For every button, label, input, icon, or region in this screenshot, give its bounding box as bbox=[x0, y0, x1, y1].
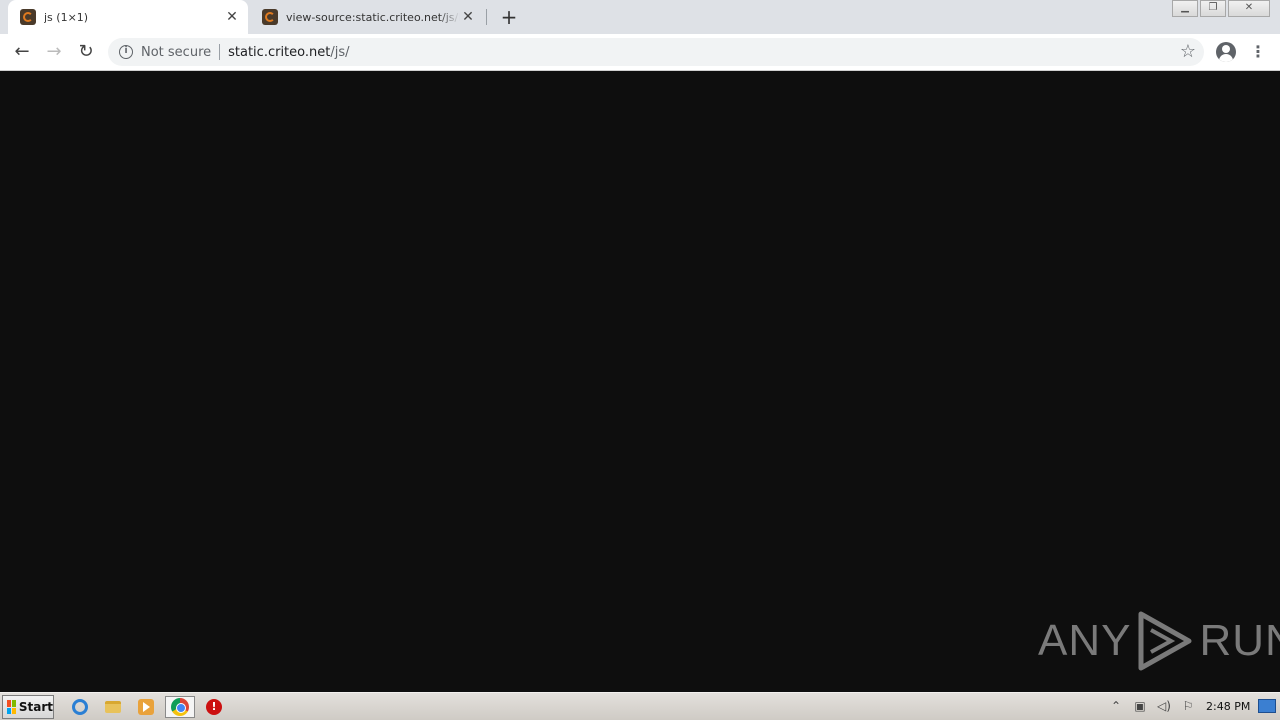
show-desktop-button[interactable] bbox=[1258, 699, 1276, 713]
close-tab-icon[interactable]: ✕ bbox=[460, 9, 476, 25]
browser-toolbar: ← → ↻ i Not secure static.criteo.net/js/… bbox=[0, 34, 1280, 71]
internet-explorer-icon[interactable] bbox=[69, 696, 91, 718]
forward-button[interactable]: → bbox=[43, 41, 65, 63]
url-host: static.criteo.net bbox=[228, 44, 331, 60]
network-icon[interactable]: ▣ bbox=[1130, 697, 1150, 715]
stop-icon[interactable]: ! bbox=[203, 696, 225, 718]
info-icon[interactable]: i bbox=[119, 45, 133, 59]
volume-icon[interactable]: ◁) bbox=[1154, 697, 1174, 715]
url-path: /js/ bbox=[330, 44, 350, 60]
tab-divider bbox=[486, 9, 487, 25]
window-controls: ▁ ❐ ✕ bbox=[1170, 0, 1270, 17]
show-hidden-icons-icon[interactable]: ⌃ bbox=[1106, 697, 1126, 715]
chrome-icon[interactable] bbox=[165, 696, 195, 718]
file-explorer-icon[interactable] bbox=[102, 696, 124, 718]
taskbar: Start ! ⌃ ▣ ◁) ⚐ 2:48 PM bbox=[0, 692, 1280, 720]
account-icon[interactable] bbox=[1216, 42, 1236, 62]
tab-title: js (1×1) bbox=[44, 10, 89, 24]
minimize-button[interactable]: ▁ bbox=[1172, 0, 1198, 17]
windows-flag-icon bbox=[7, 700, 16, 714]
tab-title: view-source:static.criteo.net/js/ld/p bbox=[286, 10, 460, 24]
tab-js-image[interactable]: js (1×1) ✕ bbox=[8, 0, 248, 34]
bookmark-star-icon[interactable]: ☆ bbox=[1180, 42, 1196, 62]
tab-strip: js (1×1) ✕ view-source:static.criteo.net… bbox=[0, 0, 1280, 34]
address-divider bbox=[219, 44, 221, 60]
tab-view-source[interactable]: view-source:static.criteo.net/js/ld/p ✕ bbox=[250, 0, 484, 34]
watermark-left-text: ANY bbox=[1038, 616, 1132, 665]
system-tray: ⌃ ▣ ◁) ⚐ bbox=[1106, 697, 1202, 715]
browser-menu-icon[interactable]: ⋮ bbox=[1250, 42, 1266, 62]
media-player-icon[interactable] bbox=[135, 696, 157, 718]
clock[interactable]: 2:48 PM bbox=[1206, 700, 1250, 713]
close-tab-icon[interactable]: ✕ bbox=[224, 9, 240, 25]
page-content: ANY RUN bbox=[0, 72, 1280, 692]
security-label: Not secure bbox=[141, 44, 212, 60]
action-center-flag-icon[interactable]: ⚐ bbox=[1178, 697, 1198, 715]
criteo-favicon-icon bbox=[262, 9, 278, 25]
new-tab-button[interactable]: + bbox=[499, 7, 519, 27]
reload-button[interactable]: ↻ bbox=[75, 41, 97, 63]
maximize-button[interactable]: ❐ bbox=[1200, 0, 1226, 17]
address-bar[interactable]: i Not secure static.criteo.net/js/ ☆ bbox=[108, 38, 1204, 66]
anyrun-watermark: ANY RUN bbox=[1038, 610, 1280, 672]
start-label: Start bbox=[18, 700, 53, 714]
close-window-button[interactable]: ✕ bbox=[1228, 0, 1270, 17]
start-button[interactable]: Start bbox=[2, 695, 54, 719]
watermark-right-text: RUN bbox=[1199, 616, 1280, 665]
play-logo-icon bbox=[1138, 611, 1192, 671]
criteo-favicon-icon bbox=[20, 9, 36, 25]
back-button[interactable]: ← bbox=[11, 41, 33, 63]
